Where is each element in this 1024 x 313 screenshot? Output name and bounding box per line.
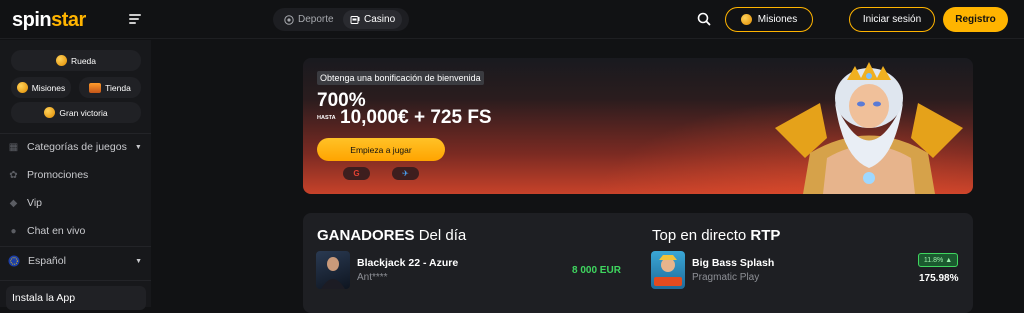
sidebar-item-label: Promociones (27, 169, 89, 181)
sport-casino-switch: Deporte Casino (273, 8, 409, 31)
zeus-illustration (775, 62, 963, 194)
blackjack-thumbnail[interactable] (316, 251, 350, 289)
sidebar-chip-misiones[interactable]: Misiones (11, 77, 71, 98)
sidebar-divider (0, 246, 151, 247)
menu-toggle-icon[interactable] (129, 14, 143, 26)
language-label: Español (28, 255, 66, 267)
sidebar-chip-rueda[interactable]: Rueda (11, 50, 141, 71)
sidebar-item-label: Vip (27, 197, 42, 209)
search-icon[interactable] (696, 11, 712, 27)
wheel-icon (55, 55, 67, 66)
bonus-tag: Obtenga una bonificación de bienvenida (317, 71, 484, 85)
categories-icon: ▦ (8, 141, 19, 153)
tab-deporte[interactable]: Deporte (277, 10, 341, 29)
sidebar-chip-gran-victoria[interactable]: Gran victoria (11, 102, 141, 123)
chest-icon (89, 82, 102, 93)
winner-username: Ant**** (357, 272, 388, 283)
rtp-change-badge: 11.8% ▲ (918, 253, 958, 267)
sidebar-divider (0, 280, 151, 281)
coin-icon (16, 82, 28, 93)
misiones-coin-icon (740, 14, 752, 25)
top-header: spinstar Deporte Casino Misiones Iniciar… (0, 0, 1024, 39)
dealer-image (321, 257, 345, 289)
sidebar: Rueda Misiones Tienda Gran victoria ▦ Ca… (0, 40, 151, 307)
misiones-button[interactable]: Misiones (725, 7, 813, 32)
trophy-icon (44, 107, 56, 118)
chevron-down-icon: ▼ (135, 257, 142, 265)
stats-panel: GANADORES Del día Blackjack 22 - Azure A… (303, 213, 973, 313)
spinstar-logo[interactable]: spinstar (12, 9, 86, 32)
rtp-title: Top en directo RTP (652, 227, 780, 244)
telegram-icon[interactable]: ✈ (392, 167, 419, 180)
google-icon[interactable]: G (343, 167, 370, 180)
tab-casino[interactable]: Casino (343, 10, 403, 29)
rtp-game-name[interactable]: Big Bass Splash (692, 257, 774, 269)
sidebar-item-label: Categorías de juegos (27, 141, 127, 153)
welcome-bonus-banner[interactable]: Obtenga una bonificación de bienvenida 7… (303, 58, 973, 194)
rtp-title-rest: Top en directo (652, 227, 747, 244)
rtp-value: 175.98% (919, 273, 959, 284)
bonus-hasta: HASTA (317, 115, 336, 121)
winners-title: GANADORES Del día (317, 227, 466, 244)
chevron-down-icon: ▼ (134, 143, 142, 151)
chip-tienda-label: Tienda (105, 82, 131, 93)
fisherman-image (654, 255, 682, 286)
winners-title-rest: Del día (418, 227, 467, 244)
rtp-title-bold: RTP (750, 227, 781, 244)
arrow-up-icon: ▲ (945, 256, 953, 264)
eu-flag-icon (8, 255, 20, 267)
sidebar-chip-tienda[interactable]: Tienda (79, 77, 141, 98)
chip-gran-victoria-label: Gran victoria (59, 107, 108, 118)
register-button[interactable]: Registro (943, 7, 1008, 32)
sidebar-item-chat[interactable]: ● Chat en vivo (8, 225, 85, 237)
big-bass-thumbnail[interactable] (651, 251, 685, 289)
start-playing-button[interactable]: Empieza a jugar (317, 138, 445, 161)
sidebar-item-categorias[interactable]: ▦ Categorías de juegos ▼ (8, 141, 142, 153)
chip-rueda-label: Rueda (70, 55, 97, 66)
sidebar-item-promociones[interactable]: ✿ Promociones (8, 169, 88, 181)
slot-machine-icon (350, 15, 360, 24)
logo-star-text: star (51, 9, 86, 31)
winner-amount: 8 000 EUR (572, 265, 621, 276)
misiones-label: Misiones (757, 14, 798, 25)
rtp-provider: Pragmatic Play (692, 272, 760, 283)
gift-icon: ✿ (9, 169, 18, 181)
winners-title-bold: GANADORES (317, 227, 415, 244)
logo-spin-text: spin (12, 9, 52, 31)
rtp-badge-value: 11.8% (923, 256, 944, 264)
winner-game-name[interactable]: Blackjack 22 - Azure (357, 257, 458, 269)
sidebar-item-vip[interactable]: ◆ Vip (8, 197, 42, 209)
sidebar-item-label: Chat en vivo (27, 225, 86, 237)
soccer-ball-icon (284, 14, 294, 25)
language-selector[interactable]: Español ▼ (8, 255, 142, 267)
chat-icon: ● (10, 225, 17, 237)
install-app-button[interactable]: Instala la App (6, 286, 146, 310)
tab-casino-label: Casino (364, 14, 396, 25)
tab-deporte-label: Deporte (298, 14, 334, 25)
login-button[interactable]: Iniciar sesión (849, 7, 935, 32)
chip-misiones-label: Misiones (31, 82, 66, 93)
bonus-amount: 10,000€ + 725 FS (340, 107, 492, 128)
sidebar-divider (0, 133, 151, 134)
diamond-icon: ◆ (9, 197, 18, 209)
